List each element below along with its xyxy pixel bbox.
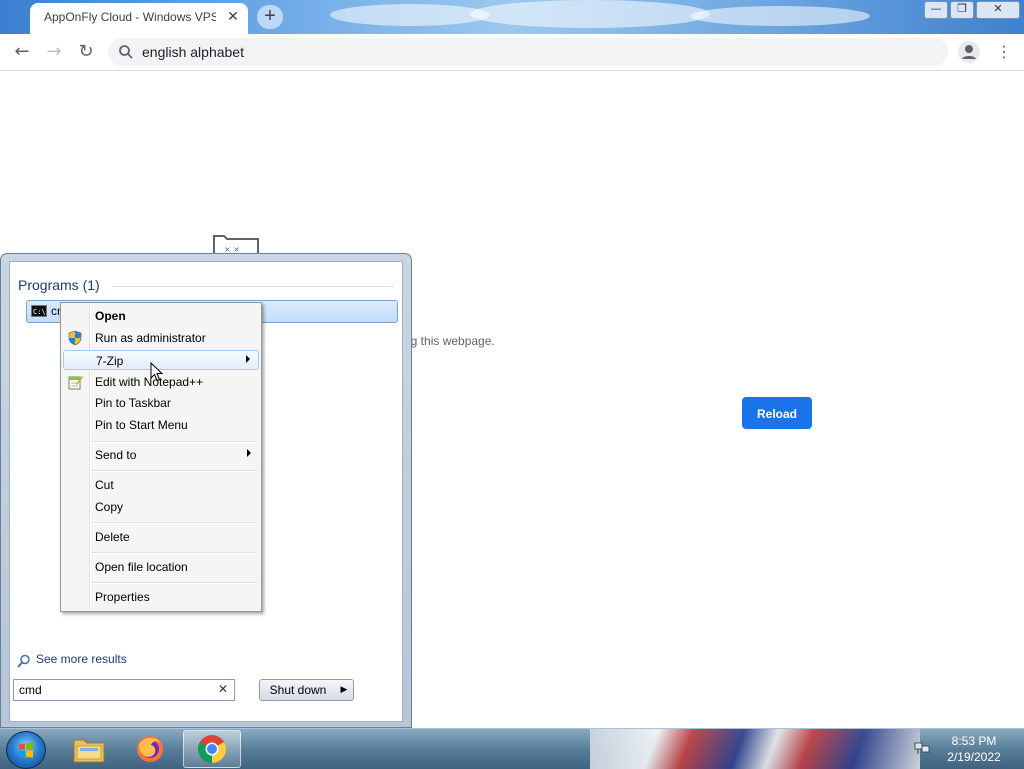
start-button[interactable] <box>6 731 46 769</box>
menu-item-label: Run as administrator <box>95 331 206 345</box>
menu-item-run-as-administrator[interactable]: Run as administrator <box>63 328 259 348</box>
browser-tab-active[interactable]: AppOnFly Cloud - Windows VPS ✕ <box>30 3 248 34</box>
menu-item-cut[interactable]: Cut <box>63 475 259 495</box>
tab-close-icon[interactable]: ✕ <box>224 8 242 26</box>
menu-item-pin-to-start-menu[interactable]: Pin to Start Menu <box>63 415 259 435</box>
address-bar-text[interactable]: english alphabet <box>142 44 244 60</box>
taskbar: 8:53 PM 2/19/2022 <box>0 728 1024 769</box>
menu-item-label: Delete <box>95 530 130 544</box>
shutdown-options-arrow-icon[interactable]: ▶ <box>335 679 354 701</box>
address-bar[interactable]: english alphabet <box>108 38 948 66</box>
close-window-button[interactable]: ✕ <box>976 1 1020 19</box>
firefox-icon <box>137 736 163 762</box>
reload-icon-button[interactable]: ↻ <box>74 40 98 64</box>
menu-item-copy[interactable]: Copy <box>63 497 259 517</box>
menu-item-open[interactable]: Open <box>63 306 259 326</box>
forward-button[interactable]: → <box>42 40 66 64</box>
wallpaper-cloud <box>690 6 870 26</box>
windows-logo-icon <box>19 742 33 758</box>
menu-separator <box>91 470 257 472</box>
menu-item-label: Copy <box>95 500 124 514</box>
menu-item-label: 7-Zip <box>96 354 124 368</box>
clear-search-icon[interactable]: ✕ <box>218 682 228 696</box>
submenu-arrow-icon <box>246 355 250 363</box>
mouse-cursor-icon <box>150 362 164 382</box>
start-search-input[interactable]: cmd ✕ <box>13 679 235 701</box>
wallpaper-cloud <box>470 0 710 28</box>
minimize-button[interactable]: — <box>924 1 948 19</box>
see-more-results-link[interactable]: See more results <box>36 652 127 666</box>
folder-icon <box>73 739 105 763</box>
programs-header: Programs (1) <box>18 277 100 293</box>
context-menu: Open Run as administrator 7-Zip Edit wit… <box>60 302 262 612</box>
system-clock[interactable]: 8:53 PM 2/19/2022 <box>944 733 1004 765</box>
browser-toolbar: ← → ↻ english alphabet ⋮ <box>0 34 1024 71</box>
reload-button[interactable]: Reload <box>742 397 812 429</box>
magnifier-icon <box>17 654 30 668</box>
taskbar-firefox[interactable] <box>121 730 179 768</box>
notepadpp-icon <box>68 376 83 390</box>
tab-title: AppOnFly Cloud - Windows VPS <box>44 10 216 24</box>
chrome-icon <box>198 735 226 763</box>
cmd-icon: C:\ <box>31 305 47 317</box>
menu-separator <box>91 522 257 524</box>
taskbar-chrome[interactable] <box>183 730 241 768</box>
clock-date: 2/19/2022 <box>947 750 1001 764</box>
menu-item-label: Open <box>95 309 126 323</box>
menu-item-pin-to-taskbar[interactable]: Pin to Taskbar <box>63 393 259 413</box>
clock-time: 8:53 PM <box>951 734 997 748</box>
maximize-button[interactable]: ❐ <box>950 1 974 19</box>
browser-titlebar: AppOnFly Cloud - Windows VPS ✕ + — ❐ ✕ <box>0 0 1024 34</box>
menu-item-label: Send to <box>95 448 137 462</box>
shield-icon <box>68 330 82 346</box>
new-tab-button[interactable]: + <box>257 5 283 29</box>
search-icon <box>119 45 133 59</box>
menu-item-label: Open file location <box>95 560 188 574</box>
profile-avatar-icon[interactable] <box>958 41 980 63</box>
browser-menu-icon[interactable]: ⋮ <box>996 41 1012 63</box>
wallpaper-cloud <box>330 4 490 26</box>
back-button[interactable]: ← <box>10 40 34 64</box>
menu-item-label: Pin to Start Menu <box>95 418 188 432</box>
menu-item-open-file-location[interactable]: Open file location <box>63 557 259 577</box>
menu-item-delete[interactable]: Delete <box>63 527 259 547</box>
error-message: ng this webpage. <box>404 334 495 348</box>
menu-item-send-to[interactable]: Send to <box>63 445 259 465</box>
menu-item-properties[interactable]: Properties <box>63 587 259 607</box>
submenu-arrow-icon <box>247 449 251 457</box>
divider <box>112 286 394 287</box>
taskbar-explorer[interactable] <box>60 730 118 768</box>
wallpaper-strip <box>590 729 920 769</box>
menu-item-label: Properties <box>95 590 150 604</box>
network-icon[interactable] <box>914 740 930 756</box>
menu-separator <box>91 552 257 554</box>
shutdown-button[interactable]: Shut down <box>259 679 337 701</box>
menu-item-label: Cut <box>95 478 114 492</box>
menu-item-label: Pin to Taskbar <box>95 396 171 410</box>
menu-separator <box>91 441 257 443</box>
search-input-value[interactable]: cmd <box>19 683 42 697</box>
menu-separator <box>91 582 257 584</box>
